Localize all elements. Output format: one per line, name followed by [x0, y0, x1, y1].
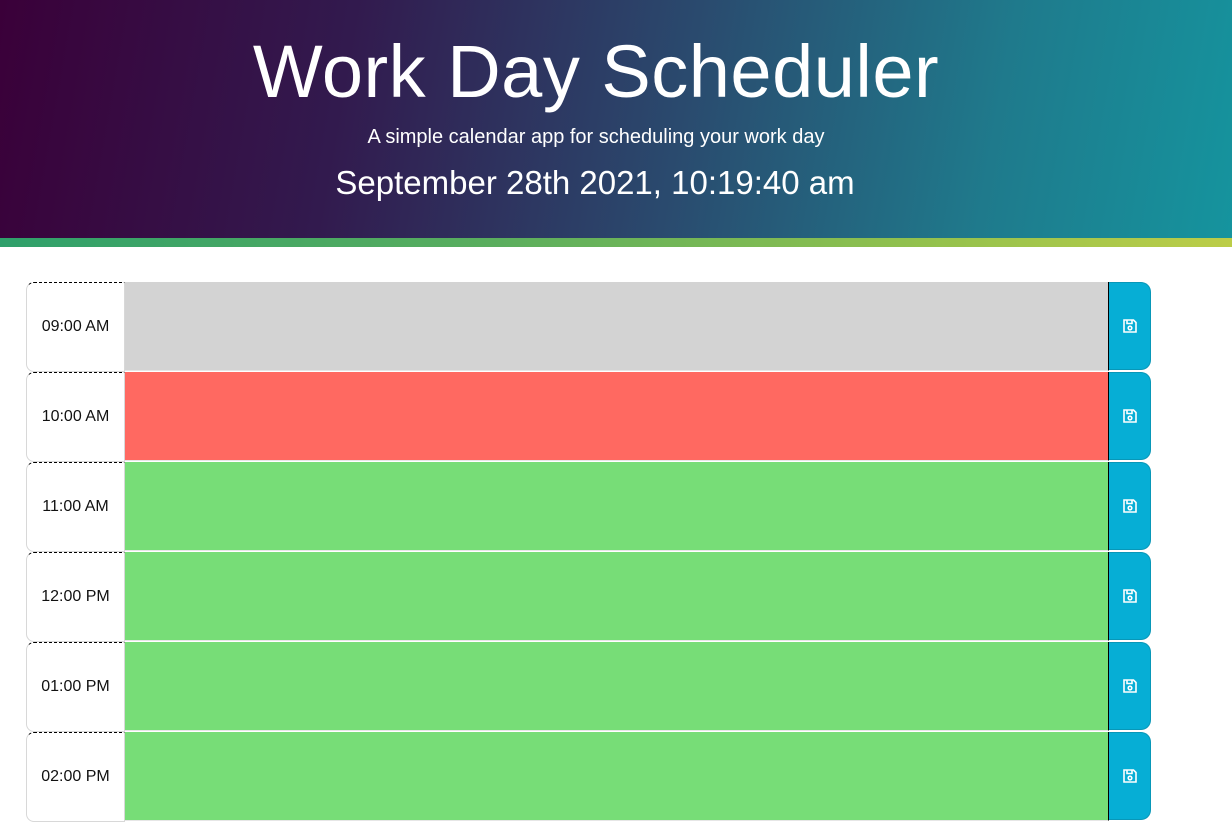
header-accent-stripe: [0, 238, 1232, 247]
page-title: Work Day Scheduler: [252, 30, 940, 113]
hour-label: 02:00 PM: [26, 732, 125, 822]
time-block: 11:00 AM: [26, 462, 1151, 552]
floppy-disk-icon: [1122, 589, 1137, 603]
page-subtitle: A simple calendar app for scheduling you…: [367, 126, 825, 148]
current-datetime: September 28th 2021, 10:19:40 am: [335, 164, 855, 201]
floppy-disk-icon: [1122, 499, 1137, 513]
time-block: 09:00 AM: [26, 282, 1151, 372]
save-button[interactable]: [1109, 282, 1151, 370]
event-description-input[interactable]: [125, 462, 1109, 551]
floppy-disk-icon: [1122, 679, 1137, 693]
floppy-disk-icon: [1122, 319, 1137, 333]
header-jumbotron: Work Day Scheduler A simple calendar app…: [0, 0, 1232, 238]
floppy-disk-icon: [1122, 769, 1137, 783]
event-description-input[interactable]: [125, 552, 1109, 641]
hour-label: 01:00 PM: [26, 642, 125, 732]
save-button[interactable]: [1109, 462, 1151, 550]
time-block: 02:00 PM: [26, 732, 1151, 822]
save-button[interactable]: [1109, 642, 1151, 730]
floppy-disk-icon: [1122, 409, 1137, 423]
event-description-input[interactable]: [125, 732, 1109, 821]
event-description-input[interactable]: [125, 282, 1109, 371]
hour-label: 12:00 PM: [26, 552, 125, 642]
hour-label: 09:00 AM: [26, 282, 125, 372]
event-description-input[interactable]: [125, 372, 1109, 461]
time-block: 10:00 AM: [26, 372, 1151, 462]
save-button[interactable]: [1109, 732, 1151, 820]
hour-label: 10:00 AM: [26, 372, 125, 462]
save-button[interactable]: [1109, 372, 1151, 460]
time-block: 12:00 PM: [26, 552, 1151, 642]
schedule-container: 09:00 AM 10:00 AM 11:00 AM 12:00 PM 01:0…: [26, 282, 1151, 822]
hour-label: 11:00 AM: [26, 462, 125, 552]
save-button[interactable]: [1109, 552, 1151, 640]
event-description-input[interactable]: [125, 642, 1109, 731]
time-block: 01:00 PM: [26, 642, 1151, 732]
